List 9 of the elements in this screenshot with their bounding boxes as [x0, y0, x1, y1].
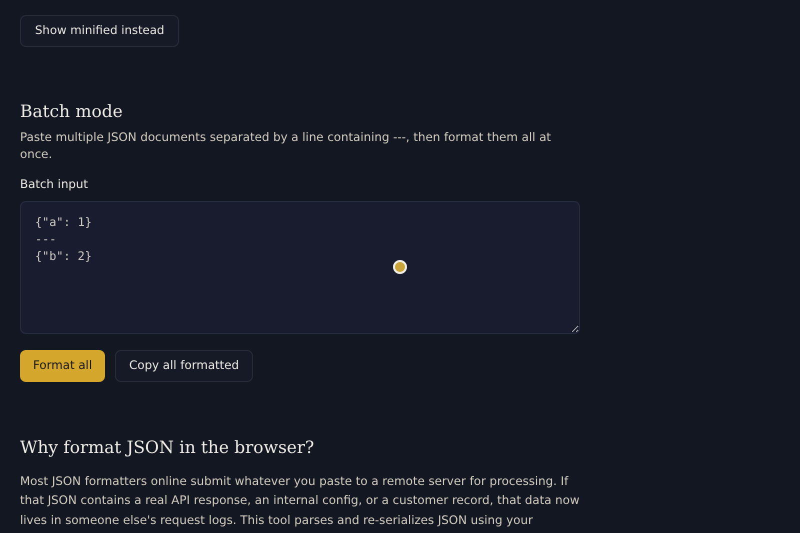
field-label: Batch input [20, 176, 90, 193]
section-heading: Why format JSON in the browser? [20, 436, 316, 460]
format-all-button[interactable]: Format all [20, 350, 106, 382]
section-description: Paste multiple JSON documents separated by a line containing ---, then format them all at once. [20, 129, 552, 163]
copy-all-button[interactable]: Copy all formatted [115, 350, 254, 382]
section-paragraph: Most JSON formatters online submit whatever you paste to a remote server for processing. If that JSON contains a real API response, an internal config, or a customer record, that data now lives in someone else's request logs. This tool parses and re-serializes JSON using your [20, 472, 581, 529]
batch-input-field[interactable]: {"a": 1} --- {"b": 2} [20, 200, 580, 334]
section-heading: Batch mode [20, 101, 124, 124]
show-minified-button[interactable]: Show minified instead [20, 15, 180, 47]
